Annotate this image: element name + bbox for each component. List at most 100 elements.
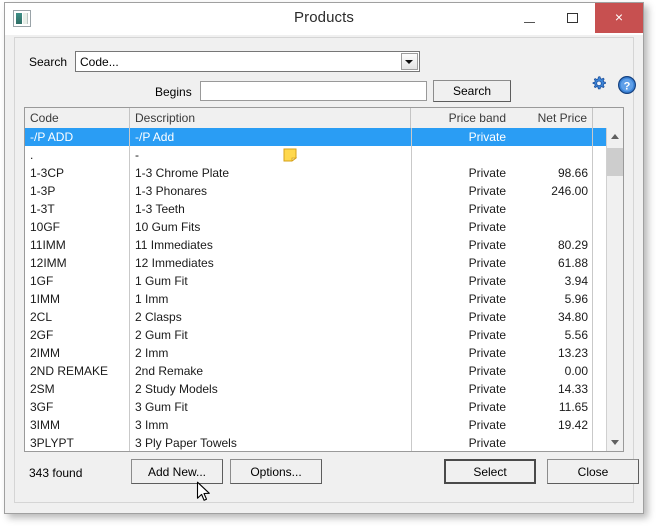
table-row[interactable]: 12IMM 12 Immediates Private 61.88 bbox=[25, 254, 607, 272]
cell-description: 2 Study Models bbox=[135, 382, 218, 396]
close-button[interactable]: Close bbox=[547, 459, 639, 484]
cell-code: 1-3CP bbox=[30, 166, 65, 180]
cell-description: 1-3 Chrome Plate bbox=[135, 166, 230, 180]
column-header-description[interactable]: Description bbox=[130, 108, 411, 128]
cell-price-band: Private bbox=[468, 292, 506, 306]
found-count-label: 343 found bbox=[29, 466, 83, 480]
cell-price-band: Private bbox=[468, 364, 506, 378]
table-row[interactable]: 11IMM 11 Immediates Private 80.29 bbox=[25, 236, 607, 254]
cell-price-band: Private bbox=[468, 166, 506, 180]
table-row[interactable]: 1-3T 1-3 Teeth Private bbox=[25, 200, 607, 218]
cell-net-price: 5.56 bbox=[564, 328, 588, 342]
cell-code: 2SM bbox=[30, 382, 55, 396]
cell-description: 11 Immediates bbox=[135, 238, 213, 252]
cell-net-price: 14.33 bbox=[557, 382, 588, 396]
column-separator-net-price bbox=[592, 128, 593, 451]
cell-description: 2 Clasps bbox=[135, 310, 182, 324]
maximize-button[interactable] bbox=[551, 3, 595, 33]
cell-price-band: Private bbox=[468, 256, 506, 270]
cell-description: 3 Imm bbox=[135, 418, 169, 432]
table-row[interactable]: 1GF 1 Gum Fit Private 3.94 bbox=[25, 272, 607, 290]
cell-net-price bbox=[511, 146, 593, 164]
table-row[interactable]: 1-3P 1-3 Phonares Private 246.00 bbox=[25, 182, 607, 200]
search-button[interactable]: Search bbox=[433, 80, 511, 102]
begins-label: Begins bbox=[155, 85, 192, 99]
cell-code: 11IMM bbox=[30, 238, 66, 252]
add-new-button[interactable]: Add New... bbox=[131, 459, 223, 484]
cell-net-price bbox=[511, 128, 593, 146]
gear-icon[interactable] bbox=[589, 75, 609, 95]
cell-net-price bbox=[511, 218, 593, 236]
cell-net-price: 80.29 bbox=[557, 238, 588, 252]
cell-price-band: Private bbox=[468, 346, 506, 360]
cell-description: 1 Imm bbox=[135, 292, 169, 306]
column-header-net-price[interactable]: Net Price bbox=[511, 108, 593, 128]
table-row[interactable]: 1-3CP 1-3 Chrome Plate Private 98.66 bbox=[25, 164, 607, 182]
cell-net-price: 0.00 bbox=[564, 364, 588, 378]
table-row[interactable]: 1IMM 1 Imm Private 5.96 bbox=[25, 290, 607, 308]
cell-net-price: 34.80 bbox=[557, 310, 588, 324]
scroll-up-arrow-icon[interactable] bbox=[607, 128, 623, 145]
options-button[interactable]: Options... bbox=[230, 459, 322, 484]
cell-net-price bbox=[511, 200, 593, 218]
cell-price-band: Private bbox=[468, 382, 506, 396]
products-grid[interactable]: Code Description Price band Net Price -/… bbox=[24, 107, 624, 452]
table-row[interactable]: 3GF 3 Gum Fit Private 11.65 bbox=[25, 398, 607, 416]
cell-price-band: Private bbox=[468, 310, 506, 324]
cell-description: 1 Gum Fit bbox=[135, 274, 188, 288]
cell-price-band: Private bbox=[468, 130, 506, 144]
products-window: Products × Search Code... Begins Search bbox=[4, 2, 644, 514]
table-row[interactable]: 2SM 2 Study Models Private 14.33 bbox=[25, 380, 607, 398]
cell-price-band: Private bbox=[468, 418, 506, 432]
help-icon[interactable]: ? bbox=[617, 75, 637, 95]
table-row[interactable]: 2IMM 2 Imm Private 13.23 bbox=[25, 344, 607, 362]
close-window-button[interactable]: × bbox=[595, 3, 643, 33]
cell-price-band: Private bbox=[468, 436, 506, 450]
table-row[interactable]: 3PLYPT 3 Ply Paper Towels Private bbox=[25, 434, 607, 451]
minimize-button[interactable] bbox=[507, 3, 551, 33]
close-icon: × bbox=[614, 9, 624, 25]
table-row[interactable]: -/P ADD -/P Add Private bbox=[25, 128, 607, 146]
cell-description: -/P Add bbox=[135, 130, 175, 144]
select-button[interactable]: Select bbox=[444, 459, 536, 484]
table-row[interactable]: 2GF 2 Gum Fit Private 5.56 bbox=[25, 326, 607, 344]
search-field-select[interactable]: Code... bbox=[75, 51, 420, 72]
cell-net-price: 19.42 bbox=[557, 418, 588, 432]
table-row[interactable]: 2CL 2 Clasps Private 34.80 bbox=[25, 308, 607, 326]
cell-code: 3GF bbox=[30, 400, 54, 414]
cell-code: 3IMM bbox=[30, 418, 60, 432]
cell-net-price: 98.66 bbox=[557, 166, 588, 180]
cell-code: 1-3P bbox=[30, 184, 56, 198]
table-row[interactable]: 10GF 10 Gum Fits Private bbox=[25, 218, 607, 236]
chevron-down-icon[interactable] bbox=[401, 53, 418, 70]
search-label: Search bbox=[29, 55, 68, 69]
cell-price-band: Private bbox=[468, 328, 506, 342]
table-row[interactable]: 2ND REMAKE 2nd Remake Private 0.00 bbox=[25, 362, 607, 380]
scroll-down-arrow-icon[interactable] bbox=[607, 434, 623, 451]
table-row[interactable]: 3IMM 3 Imm Private 19.42 bbox=[25, 416, 607, 434]
cell-code: 1GF bbox=[30, 274, 54, 288]
cell-net-price: 11.65 bbox=[558, 400, 588, 414]
cell-description: 12 Immediates bbox=[135, 256, 214, 270]
cell-description: 2nd Remake bbox=[135, 364, 204, 378]
cell-description: 3 Gum Fit bbox=[135, 400, 188, 414]
cell-price-band: Private bbox=[468, 220, 506, 234]
table-row[interactable]: .- bbox=[25, 146, 607, 164]
cell-price-band bbox=[411, 146, 511, 164]
grid-vertical-scrollbar[interactable] bbox=[606, 128, 623, 451]
column-separator-description bbox=[411, 128, 412, 451]
cell-price-band: Private bbox=[468, 400, 506, 414]
cell-net-price: 246.00 bbox=[551, 184, 588, 198]
maximize-icon bbox=[567, 13, 578, 23]
begins-input[interactable] bbox=[200, 81, 427, 101]
cell-description: 1-3 Phonares bbox=[135, 184, 208, 198]
note-icon[interactable] bbox=[283, 148, 298, 162]
cell-description: 2 Gum Fit bbox=[135, 328, 188, 342]
cell-price-band: Private bbox=[468, 274, 506, 288]
scrollbar-thumb[interactable] bbox=[607, 148, 623, 176]
cell-description: - bbox=[135, 148, 139, 162]
column-header-spacer[interactable] bbox=[593, 108, 623, 128]
cell-code: 2CL bbox=[30, 310, 53, 324]
column-header-price-band[interactable]: Price band bbox=[411, 108, 511, 128]
column-header-code[interactable]: Code bbox=[25, 108, 130, 128]
